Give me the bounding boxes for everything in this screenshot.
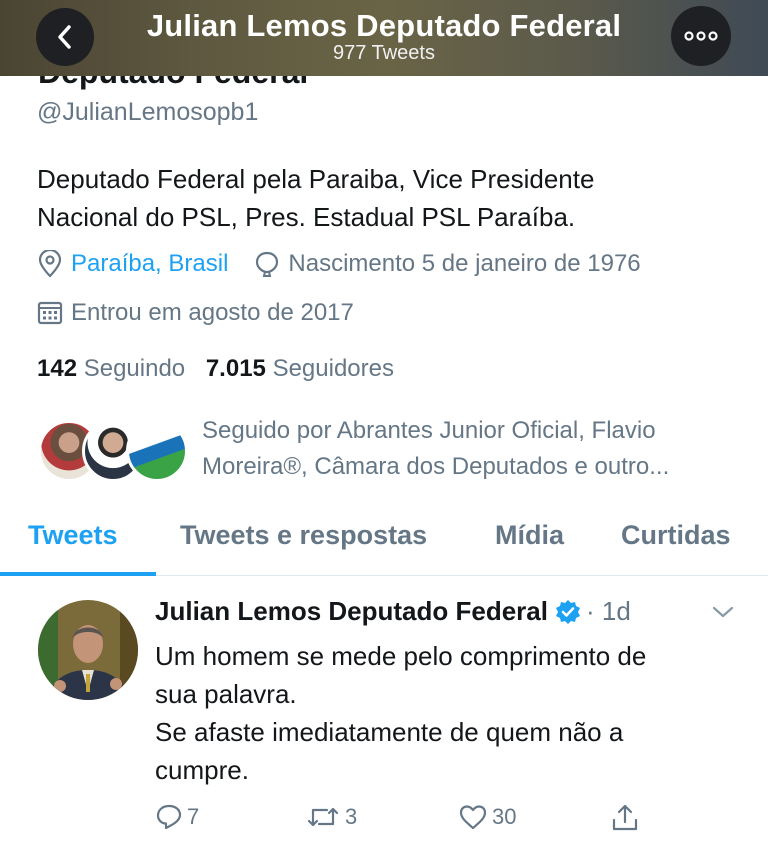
tweet-timestamp[interactable]: · 1d <box>586 596 631 627</box>
profile-location[interactable]: Paraíba, Brasil <box>71 250 228 278</box>
active-tab-indicator <box>0 572 156 576</box>
tweet-author-name[interactable]: Julian Lemos Deputado Federal <box>155 596 548 627</box>
retweet-count: 3 <box>345 804 358 829</box>
like-button[interactable]: 30 <box>458 803 516 831</box>
tweet-line: sua palavra. <box>155 679 297 709</box>
location-icon <box>38 250 62 278</box>
followers-link[interactable]: 7.015 Seguidores <box>206 355 394 382</box>
bio-line: Nacional do PSL, Pres. Estadual PSL Para… <box>37 202 576 232</box>
profile-bio: Deputado Federal pela Paraiba, Vice Pres… <box>37 160 737 236</box>
tab-tweets-replies[interactable]: Tweets e respostas <box>180 520 427 551</box>
share-icon <box>612 804 638 831</box>
reply-count: 7 <box>187 804 200 829</box>
back-button[interactable] <box>36 8 94 66</box>
profile-handle: @JulianLemosopb1 <box>37 98 259 126</box>
header-tweet-count: 977 Tweets <box>333 42 435 64</box>
tweet-header: Julian Lemos Deputado Federal · 1d <box>155 596 631 627</box>
followed-by-avatars[interactable] <box>38 420 188 482</box>
followers-label: Seguidores <box>272 355 394 382</box>
retweet-icon <box>307 807 339 827</box>
tweet-actions: 7 3 30 <box>0 803 768 839</box>
profile-joined-row: Entrou em agosto de 2017 <box>37 299 354 327</box>
following-count: 142 <box>37 355 78 382</box>
tweet-line: Um homem se mede pelo comprimento de <box>155 641 647 671</box>
tweet-text: Um homem se mede pelo comprimento de sua… <box>155 637 745 789</box>
header-title: Julian Lemos Deputado Federal <box>146 8 622 43</box>
calendar-icon <box>37 301 63 325</box>
tweet-line: Se afaste imediatamente de quem não a <box>155 717 624 747</box>
tab-tweets[interactable]: Tweets <box>28 520 118 551</box>
back-icon <box>58 25 71 49</box>
avatar <box>126 420 188 482</box>
like-count: 30 <box>492 804 517 829</box>
more-icon <box>684 31 718 41</box>
tab-media[interactable]: Mídia <box>495 520 564 551</box>
tab-likes[interactable]: Curtidas <box>621 520 731 551</box>
profile-meta-row: Paraíba, Brasil Nascimento 5 de janeiro … <box>37 250 641 278</box>
share-button[interactable] <box>610 803 644 833</box>
profile-tabs: Tweets Tweets e respostas Mídia Curtidas <box>0 510 768 576</box>
bio-line: Deputado Federal pela Paraiba, Vice Pres… <box>37 164 595 194</box>
followed-by-line: Moreira®, Câmara dos Deputados e outro..… <box>202 453 670 480</box>
tweet-author-avatar[interactable] <box>38 600 138 700</box>
following-link[interactable]: 142 Seguindo <box>37 355 185 382</box>
birthday-icon <box>256 251 279 277</box>
like-icon <box>459 805 487 830</box>
profile-joined-date: Entrou em agosto de 2017 <box>71 299 354 326</box>
verified-icon <box>555 599 580 624</box>
chevron-down-icon[interactable] <box>710 602 736 622</box>
follow-counts: 142 Seguindo 7.015 Seguidores <box>37 355 394 383</box>
retweet-button[interactable]: 3 <box>305 803 357 831</box>
followed-by-line: Seguido por Abrantes Junior Oficial, Fla… <box>202 417 656 444</box>
reply-button[interactable]: 7 <box>155 803 199 831</box>
following-label: Seguindo <box>83 355 186 382</box>
followers-count: 7.015 <box>205 355 266 382</box>
reply-icon <box>156 804 182 830</box>
author-photo <box>38 600 138 700</box>
more-button[interactable] <box>671 6 731 66</box>
followed-by-text[interactable]: Seguido por Abrantes Junior Oficial, Fla… <box>202 413 732 485</box>
profile-birthdate: Nascimento 5 de janeiro de 1976 <box>288 250 641 277</box>
profile-header-bar: Julian Lemos Deputado Federal 977 Tweets <box>0 0 768 76</box>
tweet-line: cumpre. <box>155 755 249 785</box>
